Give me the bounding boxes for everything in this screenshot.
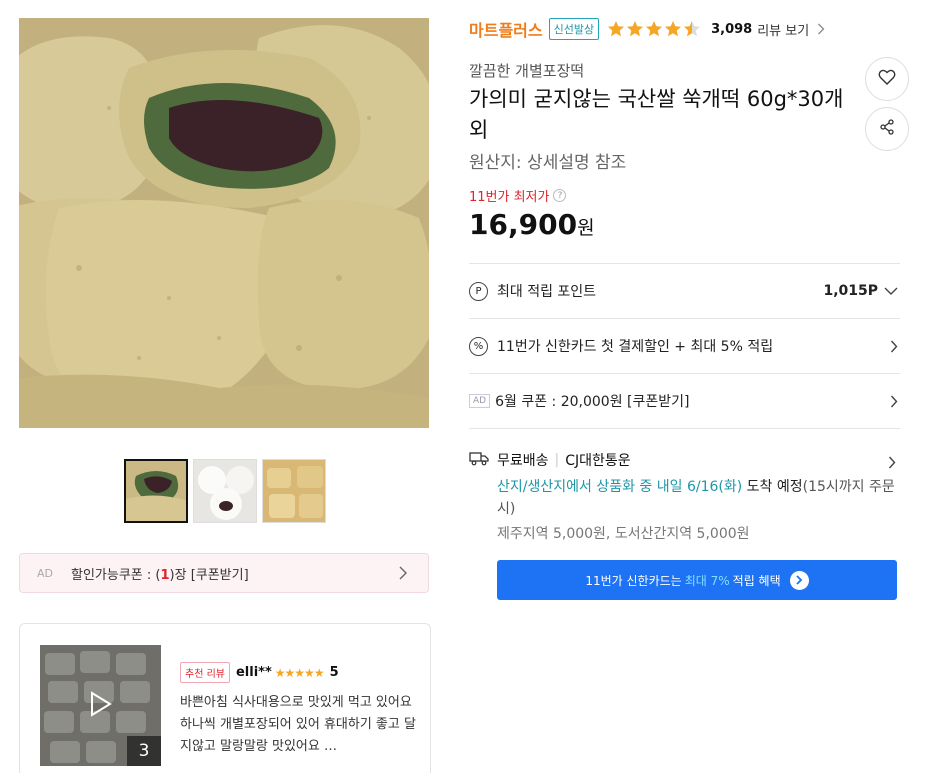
rating-stars-icon <box>607 20 703 38</box>
product-title: 가의미 굳지않는 국산쌀 쑥개떡 60g*30개 외 <box>469 87 844 142</box>
delivery-tag: 신선발상 <box>548 18 600 40</box>
thumbnail-1[interactable] <box>124 459 188 523</box>
carrier-label: CJ대한통운 <box>565 453 631 469</box>
ad-label: AD <box>37 566 53 580</box>
brand-link[interactable]: 마트플러스 <box>469 17 543 41</box>
banner-highlight: 최대 7% <box>684 573 730 588</box>
free-shipping-label: 무료배송 <box>497 453 549 469</box>
ad-coupon-row[interactable]: AD 6월 쿠폰 : 20,000원 [쿠폰받기] <box>469 373 900 428</box>
recommended-review-badge: 추천 리뷰 <box>180 662 230 683</box>
play-icon[interactable] <box>90 691 112 721</box>
thumbnail-strip <box>124 459 326 523</box>
chevron-right-icon[interactable] <box>817 20 825 39</box>
arrow-right-icon <box>789 570 809 590</box>
thumbnail-3[interactable] <box>262 459 326 523</box>
review-card[interactable]: 3 추천 리뷰 elli** ★★★★★ 5 바쁜아침 식사대용으로 맛있게 먹… <box>19 623 431 773</box>
chevron-right-icon <box>890 340 898 353</box>
heart-icon <box>878 69 896 89</box>
product-origin: 원산지: 상세설명 참조 <box>469 153 627 173</box>
chevron-right-icon <box>398 566 408 584</box>
chevron-down-icon <box>884 283 898 299</box>
truck-icon <box>469 450 489 470</box>
points-row[interactable]: P 최대 적립 포인트 1,015P <box>469 263 900 318</box>
share-icon <box>879 119 895 139</box>
banner-suffix: 적립 혜택 <box>732 573 781 588</box>
card-offer-row[interactable]: % 11번가 신한카드 첫 결제할인 + 최대 5% 적립 <box>469 318 900 373</box>
card-benefit-banner[interactable]: 11번가 신한카드는 최대 7% 적립 혜택 <box>497 560 897 600</box>
ad-label: AD <box>469 394 491 408</box>
shipping-row: 무료배송 | CJ대한통운 <box>469 450 631 470</box>
ad-coupon-label: 6월 쿠폰 : 20,000원 [쿠폰받기] <box>495 394 690 410</box>
coupon-bar[interactable]: AD 할인가능쿠폰 : (1)장 [쿠폰받기] <box>19 553 429 593</box>
wishlist-button[interactable] <box>865 57 909 101</box>
share-button[interactable] <box>865 107 909 151</box>
review-header: 추천 리뷰 elli** ★★★★★ 5 <box>180 662 339 683</box>
banner-prefix: 11번가 신한카드는 <box>585 573 682 588</box>
chevron-right-icon <box>890 395 898 408</box>
review-stars-icon: ★★★★★ <box>274 665 325 680</box>
percent-icon: % <box>469 336 488 356</box>
thumbnail-2[interactable] <box>193 459 257 523</box>
product-price: 16,900원 <box>469 208 595 241</box>
help-icon[interactable]: ? <box>553 189 567 202</box>
review-username: elli** <box>235 665 272 680</box>
arrival-estimate: 산지/생산지에서 상품화 중 내일 6/16(화) 도착 예정(15시까지 주문… <box>497 479 895 517</box>
product-main-image[interactable] <box>19 18 429 428</box>
product-subtitle: 깔끔한 개별포장떡 <box>469 62 585 80</box>
extra-shipping-fee: 제주지역 5,000원, 도서산간지역 5,000원 <box>497 526 750 542</box>
points-label: 최대 적립 포인트 <box>497 284 597 300</box>
card-offer-label: 11번가 신한카드 첫 결제할인 + 최대 5% 적립 <box>497 339 774 355</box>
review-count[interactable]: 3,098 <box>711 22 752 37</box>
chevron-right-icon[interactable] <box>888 454 896 473</box>
points-icon: P <box>469 281 488 301</box>
image-count-badge: 3 <box>127 736 161 766</box>
coupon-text: 할인가능쿠폰 : (1)장 [쿠폰받기] <box>71 567 249 583</box>
separator: | <box>554 452 560 468</box>
review-text: 바쁜아침 식사대용으로 맛있게 먹고 있어요 하나씩 개별포장되어 있어 휴대하… <box>180 695 416 754</box>
points-value: 1,015P <box>823 283 878 299</box>
brand-row: 마트플러스 신선발상 3,098 리뷰 보기 <box>469 18 825 40</box>
lowest-price-label: 11번가 최저가? <box>469 186 567 205</box>
review-score: 5 <box>329 665 339 680</box>
review-video-thumbnail[interactable]: 3 <box>40 645 161 766</box>
review-link[interactable]: 리뷰 보기 <box>757 20 809 39</box>
divider <box>469 428 900 429</box>
